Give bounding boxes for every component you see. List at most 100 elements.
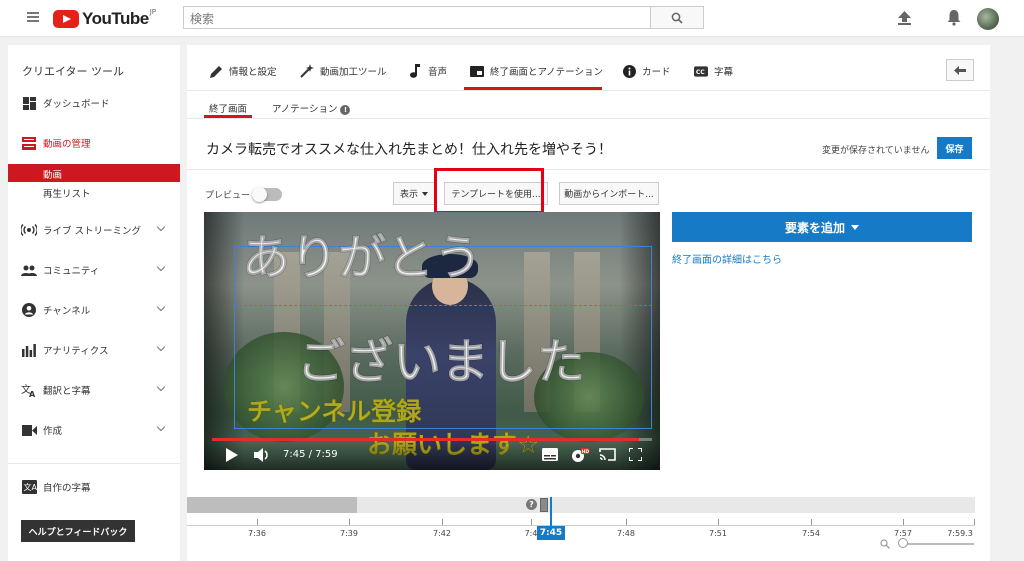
logo-text: YouTube: [82, 9, 149, 28]
volume-icon[interactable]: [254, 448, 270, 462]
subtabs-divider: [187, 118, 990, 119]
chevron-down-icon: [156, 262, 166, 272]
timeline-tick: [349, 519, 350, 525]
sidebar-item-create[interactable]: 作成: [8, 420, 180, 440]
settings-hd-icon[interactable]: HD: [571, 448, 589, 463]
tab-end-screen[interactable]: 終了画面とアノテーション: [470, 63, 603, 79]
preview-label: プレビュー: [205, 191, 251, 201]
video-player[interactable]: ありがとう ございました チャンネル登録 お願いします☆ 7:45 / 7:59…: [204, 212, 660, 470]
timeline-handle[interactable]: [540, 498, 548, 512]
sidebar-subitem-playlists[interactable]: 再生リスト: [43, 186, 91, 200]
help-icon[interactable]: ?: [526, 499, 537, 510]
translate-icon: 文A: [21, 382, 37, 398]
end-screen-icon: [470, 64, 484, 78]
cast-icon[interactable]: [599, 448, 616, 461]
avatar[interactable]: [977, 8, 999, 30]
sidebar-item-analytics[interactable]: アナリティクス: [8, 340, 180, 360]
svg-text:CC: CC: [696, 69, 705, 76]
tab-label: 情報と設定: [229, 67, 277, 78]
timeline-tick-label: 7:59.3: [947, 529, 973, 538]
sidebar-item-translate[interactable]: 文A 翻訳と字幕: [8, 380, 180, 400]
timeline-tick: [531, 519, 532, 525]
sidebar-item-label: アナリティクス: [43, 346, 109, 357]
back-button[interactable]: [946, 59, 974, 81]
timeline-tick-label: 7:42: [433, 529, 451, 538]
overlay-text-gozaimashita: ございました: [296, 334, 586, 391]
tab-label: 字幕: [714, 67, 734, 78]
video-manager-icon: [21, 135, 37, 151]
timeline-tick: [974, 519, 975, 525]
sidebar-title: クリエイター ツール: [22, 65, 125, 78]
sidebar-item-label: 翻訳と字幕: [43, 386, 91, 397]
end-screen-details-link[interactable]: 終了画面の詳細はこちら: [672, 251, 782, 266]
tab-cards[interactable]: カード: [622, 63, 671, 79]
upload-icon[interactable]: [898, 11, 911, 25]
sidebar-item-channel[interactable]: チャンネル: [8, 300, 180, 320]
bell-icon[interactable]: [946, 9, 962, 26]
cc-icon: CC: [694, 64, 708, 78]
zoom-slider-knob[interactable]: [898, 538, 908, 548]
sidebar-divider: [8, 463, 180, 464]
sidebar-item-live[interactable]: ライブ ストリーミング: [8, 220, 180, 240]
video-progress-bar[interactable]: [212, 438, 652, 441]
subtitles-toggle-icon[interactable]: [542, 448, 558, 461]
svg-text:文A: 文A: [23, 482, 37, 492]
sidebar: クリエイター ツール ダッシュボード 動画の管理 動画 再生リスト ライブ スト…: [8, 45, 180, 561]
timeline-axis: [187, 525, 975, 526]
import-from-video-button[interactable]: 動画からインポート...: [559, 182, 659, 205]
subtab-end-screen[interactable]: 終了画面: [209, 101, 247, 115]
community-icon: [21, 262, 37, 278]
view-button-label: 表示: [399, 190, 418, 200]
chevron-down-icon: [156, 302, 166, 312]
timeline-tick: [257, 519, 258, 525]
help-feedback-button[interactable]: ヘルプとフィードバック: [21, 520, 135, 542]
tab-label: 動画加工ツール: [320, 67, 387, 78]
tab-info-settings[interactable]: 情報と設定: [209, 63, 277, 79]
timeline-segment[interactable]: [187, 497, 357, 513]
zoom-slider[interactable]: [902, 543, 974, 545]
play-icon[interactable]: [226, 448, 238, 462]
timeline-tick: [811, 519, 812, 525]
view-dropdown-button[interactable]: 表示: [393, 182, 435, 205]
tab-subtitles[interactable]: CC 字幕: [694, 63, 733, 79]
search-button[interactable]: [650, 6, 704, 29]
time-display: 7:45 / 7:59: [283, 449, 338, 460]
youtube-logo[interactable]: YouTube JP: [53, 8, 156, 29]
timeline-tick-label: 7:48: [617, 529, 635, 538]
timeline-tick-label: 7:4: [524, 529, 538, 538]
timeline-tick-label: 7:36: [248, 529, 266, 538]
preview-toggle[interactable]: [252, 187, 282, 202]
save-button[interactable]: 保存: [937, 137, 972, 159]
overlay-text-thanks: ありがとう: [241, 230, 483, 287]
main-panel: 情報と設定 動画加工ツール 音声 終了画面とアノテーション カード CC 字幕 …: [187, 45, 990, 561]
top-bar: YouTube JP 検索: [0, 0, 1024, 37]
sidebar-item-my-subtitles[interactable]: 文A 自作の字幕: [8, 477, 180, 497]
sidebar-item-community[interactable]: コミュニティ: [8, 260, 180, 280]
caret-down-icon: [422, 191, 428, 196]
fullscreen-icon[interactable]: [629, 448, 642, 461]
menu-icon[interactable]: [27, 12, 39, 22]
sidebar-item-label: チャンネル: [43, 306, 91, 317]
tab-enhancements[interactable]: 動画加工ツール: [300, 63, 387, 79]
add-element-label: 要素を追加: [784, 220, 845, 235]
music-note-icon: [408, 64, 422, 78]
subtab-annotations[interactable]: アノテーション!: [272, 101, 351, 115]
chevron-down-icon: [156, 222, 166, 232]
tab-audio[interactable]: 音声: [408, 63, 447, 79]
live-icon: [21, 222, 37, 238]
tab-label: 音声: [428, 67, 448, 78]
info-icon: [622, 64, 636, 78]
sidebar-item-label: コミュニティ: [43, 266, 100, 277]
sidebar-subitem-videos[interactable]: 動画: [8, 164, 180, 182]
timeline-tick-label: 7:51: [709, 529, 727, 538]
sidebar-item-dashboard[interactable]: ダッシュボード: [8, 93, 180, 113]
magic-wand-icon: [300, 64, 314, 78]
arrow-left-icon: [954, 65, 966, 75]
unsaved-status: 変更が保存されていません: [822, 146, 930, 156]
add-element-button[interactable]: 要素を追加: [672, 212, 972, 242]
search-input[interactable]: 検索: [183, 6, 651, 29]
exclamation-icon: !: [340, 104, 351, 115]
sidebar-item-video-manager[interactable]: 動画の管理: [8, 133, 180, 153]
timeline-tick-label: 7:57: [894, 529, 912, 538]
svg-text:A: A: [29, 390, 36, 397]
